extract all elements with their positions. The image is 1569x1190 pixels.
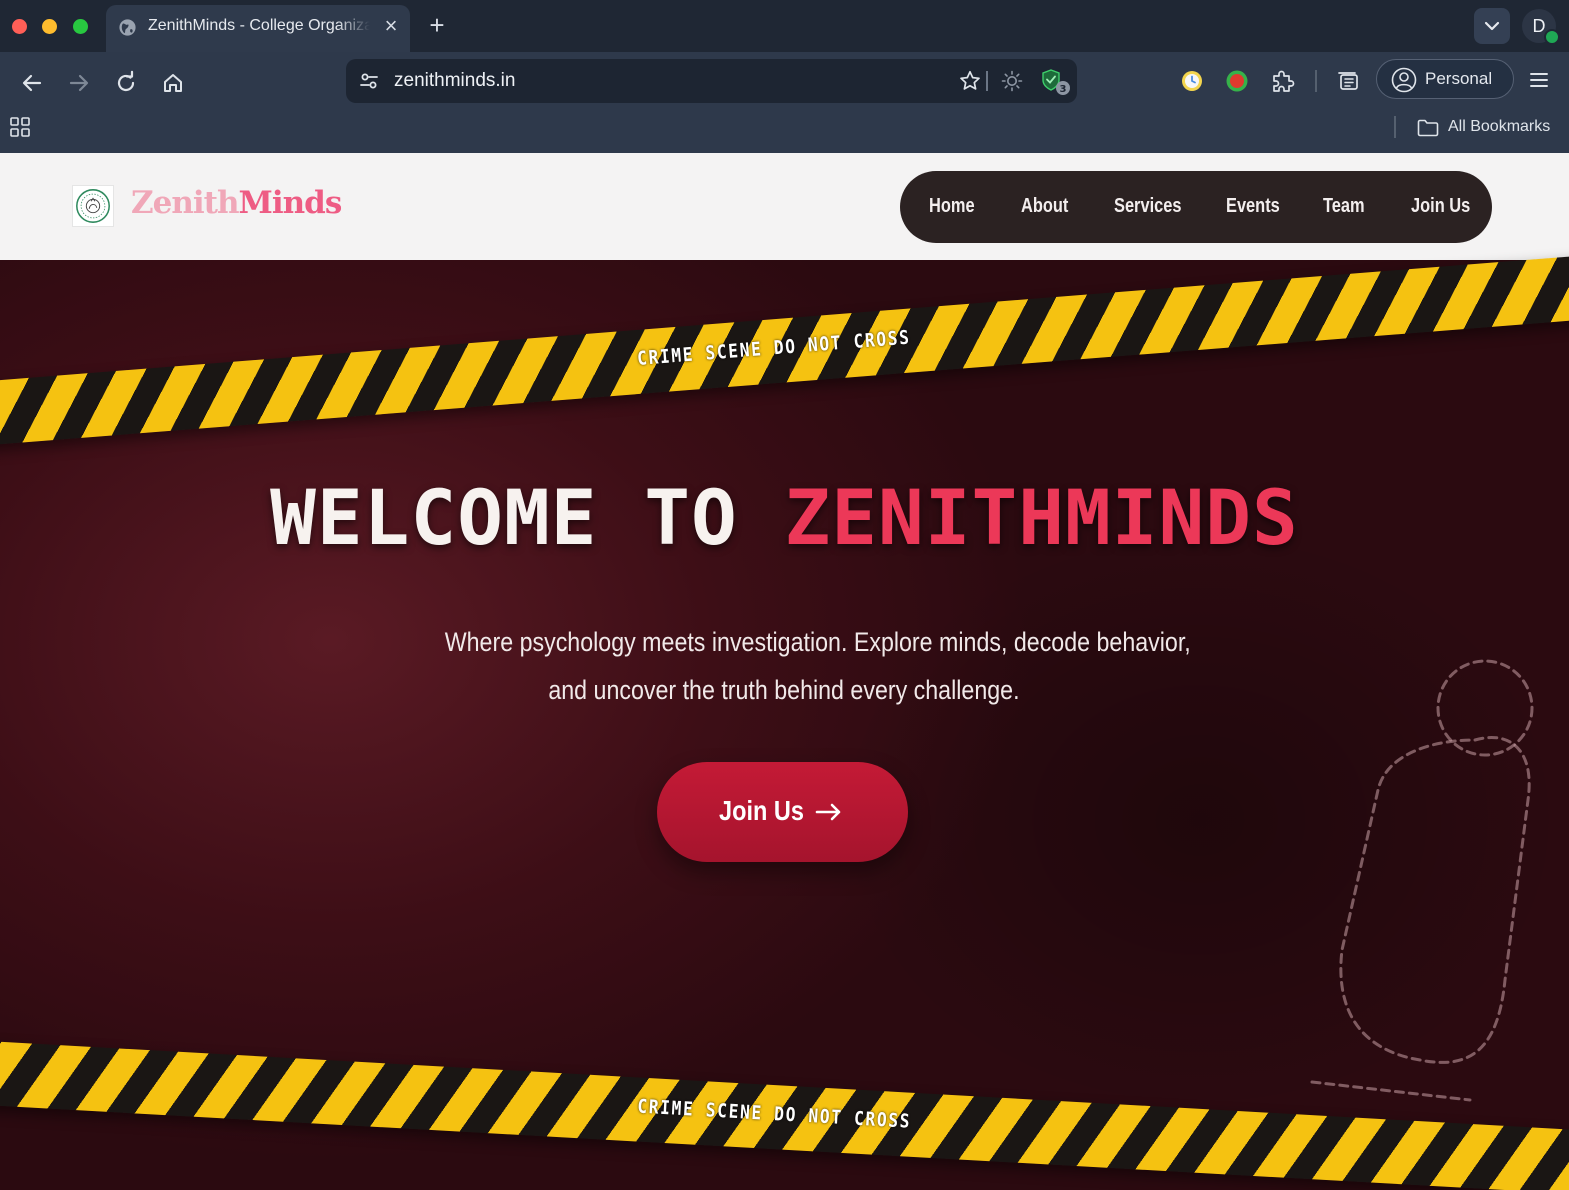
close-window-button[interactable] [12,19,27,34]
back-arrow-icon[interactable] [17,68,47,98]
menu-icon[interactable] [1526,67,1552,93]
puzzle-icon[interactable] [1268,67,1296,95]
globe-icon [119,19,136,36]
site-logo-text[interactable]: ZenithMinds [131,185,343,221]
site-header: ZenithMinds Home About Services Events T… [0,153,1569,260]
tab-list-button[interactable] [1474,8,1510,44]
all-bookmarks-label: All Bookmarks [1448,118,1551,135]
nav-services[interactable]: Services [1114,195,1181,218]
join-us-button[interactable]: Join Us [657,762,908,862]
profile-label: Personal [1425,69,1493,88]
forward-arrow-icon[interactable] [64,68,94,98]
shield-count: 3 [1060,84,1067,95]
toolbar-divider [1315,70,1317,92]
chalk-outline-decoration [1310,659,1534,1102]
tune-icon[interactable] [358,70,380,92]
headline-brand: ZENITHMINDS [784,473,1299,562]
browser-titlebar: ZenithMinds - College Organization × + D [0,0,1569,52]
chevron-down-icon [1484,21,1500,31]
tape-text-bottom: CRIME SCENE DO NOT CROSS [636,1095,912,1133]
nav-home[interactable]: Home [929,195,975,218]
tape-text-top: CRIME SCENE DO NOT CROSS [636,326,912,370]
hero-section: CRIME SCENE DO NOT CROSS WELCOME TO ZENI… [0,251,1569,1190]
nav-team[interactable]: Team [1323,195,1365,218]
shield-icon[interactable]: 3 [1040,67,1072,97]
headline-welcome: WELCOME TO [270,473,785,562]
subtitle-line-2: and uncover the truth behind every chall… [548,675,1020,705]
tab-title: ZenithMinds - College Organization [148,17,370,34]
user-circle-icon [1391,67,1417,93]
home-icon[interactable] [158,68,188,98]
logo-seal-icon[interactable] [72,185,114,227]
record-extension-icon[interactable] [1225,69,1249,93]
apps-grid-icon[interactable] [9,116,31,138]
join-us-label: Join Us [719,795,804,826]
maximize-window-button[interactable] [73,19,88,34]
reading-list-icon[interactable] [1336,68,1362,94]
hero-headline: WELCOME TO ZENITHMINDS [0,473,1569,562]
nav-join-us[interactable]: Join Us [1411,195,1470,218]
arrow-right-icon [815,803,841,821]
profile-button[interactable]: Personal [1376,59,1514,99]
star-icon[interactable] [958,69,982,93]
browser-tab-active[interactable]: ZenithMinds - College Organization × [106,5,410,52]
logo-text-part1: Zenith [131,185,240,221]
timer-extension-icon[interactable] [1180,69,1204,93]
folder-icon [1417,119,1439,137]
nav-events[interactable]: Events [1226,195,1280,218]
bookmarks-divider [1394,116,1396,138]
close-icon[interactable]: × [380,15,402,37]
address-bar[interactable]: zenithminds.in 3 [346,59,1077,103]
sun-icon[interactable] [1000,69,1024,93]
main-nav: Home About Services Events Team Join Us [900,171,1492,243]
web-page: ZenithMinds Home About Services Events T… [0,153,1569,1190]
logo-text-part2: Minds [238,185,343,221]
nav-about[interactable]: About [1021,195,1068,218]
reload-icon[interactable] [111,68,141,98]
hero-subtitle: Where psychology meets investigation. Ex… [384,618,1191,714]
sync-badge [1544,29,1560,45]
browser-toolbar: zenithminds.in 3 Personal All Bookmarks [0,52,1569,153]
url-text[interactable]: zenithminds.in [394,70,515,92]
subtitle-line-1: Where psychology meets investigation. Ex… [444,627,1191,657]
minimize-window-button[interactable] [42,19,57,34]
plus-icon[interactable]: + [424,11,450,39]
url-divider [986,71,988,91]
